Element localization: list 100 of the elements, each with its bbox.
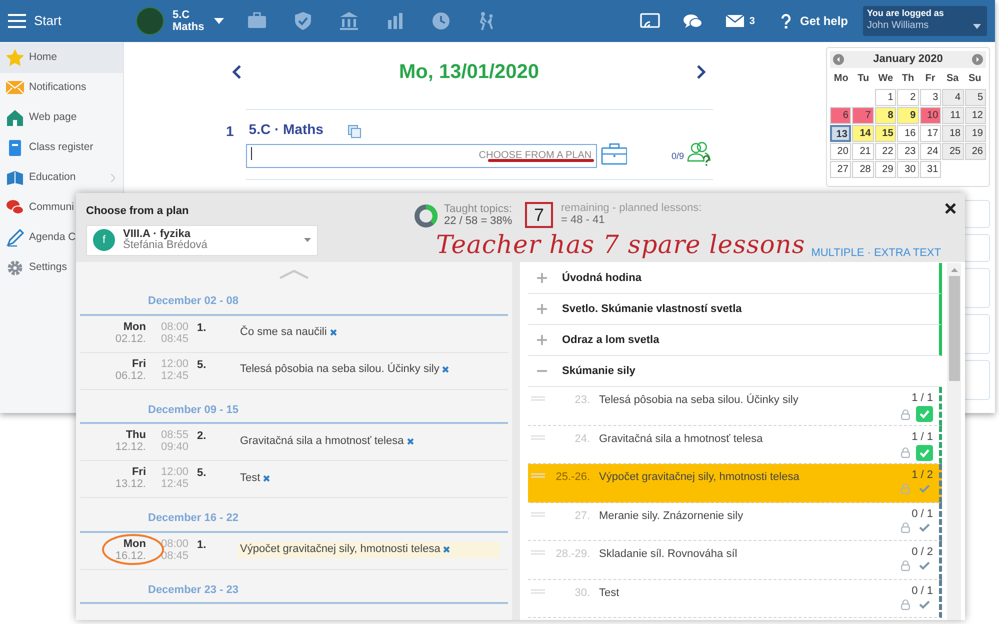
lesson-day: Fri — [132, 466, 146, 478]
calendar-day[interactable]: 26 — [964, 143, 986, 160]
drag-handle-icon[interactable] — [531, 473, 545, 478]
chevron-left-icon[interactable] — [232, 64, 242, 78]
screen-share-icon[interactable] — [640, 13, 660, 29]
bank-icon[interactable] — [339, 11, 360, 31]
checkmark-icon[interactable] — [916, 444, 933, 460]
calendar-day[interactable]: 5 — [964, 89, 986, 106]
calendar-day[interactable]: 14 — [852, 125, 874, 142]
remove-icon[interactable] — [406, 438, 414, 444]
calendar-day[interactable]: 20 — [830, 143, 852, 160]
scrollbar[interactable] — [947, 263, 961, 620]
calendar-day[interactable]: 8 — [874, 107, 896, 124]
copy-icon[interactable] — [348, 124, 362, 138]
menu-icon[interactable] — [8, 14, 26, 28]
topic-section[interactable]: Odraz a lom svetla — [528, 325, 942, 356]
remove-icon[interactable] — [443, 546, 450, 553]
sidebar-item[interactable]: Home — [0, 43, 123, 73]
sidebar-item[interactable]: Notifications — [0, 73, 123, 103]
get-help-link[interactable]: Get help — [780, 12, 848, 30]
lock-icon[interactable] — [901, 598, 910, 610]
calendar-day[interactable]: 4 — [942, 89, 964, 106]
start-label[interactable]: Start — [34, 11, 62, 31]
calendar-day[interactable]: 22 — [874, 143, 896, 160]
drag-handle-icon[interactable] — [531, 434, 545, 440]
sidebar-item[interactable]: Settings — [0, 253, 123, 283]
topic-row[interactable]: 30. Test 0 / 1 — [528, 580, 942, 618]
sidebar-item[interactable]: Web page — [0, 103, 123, 133]
remove-icon[interactable] — [263, 474, 270, 482]
topic-row[interactable]: 25.-26. Výpočet gravitačnej sily, hmotnosti telesa 1 / 2 — [528, 464, 942, 502]
calendar-day[interactable]: 25 — [942, 143, 964, 160]
previous-month-icon[interactable] — [833, 54, 844, 65]
drag-handle-icon[interactable] — [531, 512, 545, 516]
topic-title: Meranie sily. Znázornenie sily — [599, 508, 744, 524]
shield-icon[interactable] — [293, 11, 314, 31]
plan-input-field[interactable]: CHOOSE FROM A PLAN — [246, 144, 597, 168]
calendar-day[interactable]: 28 — [852, 161, 874, 178]
chevron-right-icon[interactable] — [696, 64, 706, 78]
remove-icon[interactable] — [330, 329, 337, 336]
gear-icon — [6, 259, 24, 277]
calendar-day[interactable]: 29 — [874, 161, 896, 178]
topic-row[interactable]: 27. Meranie sily. Znázornenie sily 0 / 1 — [528, 502, 942, 541]
calendar-day[interactable]: 6 — [830, 107, 852, 124]
drag-handle-icon[interactable] — [531, 550, 545, 555]
calendar-day[interactable]: 1 — [874, 89, 896, 106]
checkmark-icon[interactable] — [919, 522, 930, 532]
calendar-day[interactable]: 7 — [852, 107, 874, 124]
calendar-day[interactable]: 30 — [897, 161, 919, 178]
lock-icon[interactable] — [901, 560, 910, 571]
scrollbar-thumb[interactable] — [948, 276, 960, 381]
calendar-day[interactable]: 3 — [920, 89, 942, 106]
lesson-start-time: 08:00 — [161, 538, 190, 550]
class-switcher[interactable]: 5.C Maths — [136, 7, 224, 35]
plan-dropdown[interactable]: f VIII.A · fyzika Štefánia Brédová — [86, 224, 318, 256]
calendar-day[interactable]: 18 — [942, 125, 964, 142]
chevron-up-icon[interactable] — [279, 269, 309, 279]
topic-row[interactable]: 28.-29. Skladanie síl. Rovnováha síl 0 / 2 — [528, 541, 942, 580]
calendar-day[interactable]: 27 — [830, 161, 852, 178]
calendar-day[interactable]: 31 — [920, 161, 942, 178]
calendar-day[interactable]: 23 — [897, 143, 919, 160]
scroll-up-icon[interactable] — [950, 268, 958, 272]
calendar-day[interactable]: 12 — [964, 107, 986, 124]
clock-circle-icon[interactable] — [431, 11, 452, 31]
calendar-day[interactable]: 9 — [897, 107, 919, 124]
lesson-topic: Čo sme sa naučili — [238, 324, 500, 340]
topic-section[interactable]: Skúmanie sily — [528, 356, 942, 387]
bar-chart-icon[interactable] — [385, 11, 406, 31]
remove-icon[interactable] — [442, 366, 450, 373]
calendar-day[interactable]: 11 — [942, 107, 964, 124]
checkmark-icon[interactable] — [919, 600, 930, 608]
calendar-day[interactable]: 24 — [920, 143, 942, 160]
calendar-day[interactable]: 2 — [897, 89, 919, 106]
next-month-icon[interactable] — [972, 54, 983, 65]
envelope-icon[interactable] — [726, 15, 744, 27]
sidebar-item[interactable]: Class register — [0, 133, 123, 163]
calendar-day[interactable]: 13 — [830, 125, 852, 142]
chat-bubbles-icon[interactable] — [683, 12, 704, 30]
calendar-day[interactable]: 15 — [874, 125, 896, 142]
topic-section[interactable]: Úvodná hodina — [528, 263, 942, 294]
checkmark-icon[interactable] — [919, 484, 930, 493]
drag-handle-icon[interactable] — [531, 588, 545, 594]
close-icon[interactable] — [945, 203, 956, 214]
calendar-day[interactable]: 21 — [852, 143, 874, 160]
lock-icon[interactable] — [901, 522, 910, 532]
sidebar-item[interactable]: Education — [0, 163, 123, 193]
drag-handle-icon[interactable] — [531, 396, 545, 401]
briefcase-icon[interactable] — [600, 143, 628, 165]
calendar-day[interactable]: 17 — [920, 125, 942, 142]
user-dropdown[interactable]: You are logged as John Williams — [863, 6, 987, 36]
topic-row[interactable]: 23. Telesá pôsobia na seba silou. Účinky sily 1 / 1 — [528, 387, 942, 426]
topic-number: 23. — [574, 393, 590, 408]
checkmark-icon[interactable] — [919, 561, 930, 570]
checkmark-icon[interactable] — [916, 406, 933, 422]
topic-section[interactable]: Svetlo. Skúmanie vlastností svetla — [528, 294, 942, 325]
calendar-day[interactable]: 16 — [897, 125, 919, 142]
calendar-day[interactable]: 10 — [920, 107, 942, 124]
calendar-day[interactable]: 19 — [964, 125, 986, 142]
lock-icon[interactable] — [901, 408, 910, 420]
briefcase-icon[interactable] — [247, 11, 268, 31]
lock-icon[interactable] — [901, 447, 910, 458]
